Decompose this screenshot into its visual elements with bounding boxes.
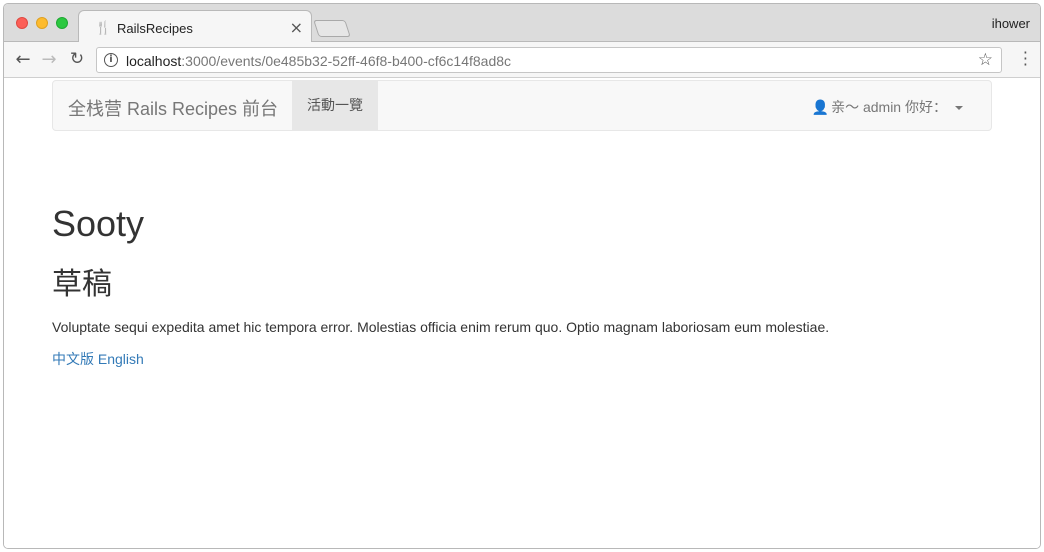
profile-name[interactable]: ihower [992, 16, 1030, 31]
user-dropdown[interactable]: 👤 亲～ admin 你好： [812, 97, 963, 117]
arrow-left-icon[interactable]: ← [12, 49, 34, 70]
minimize-window-button[interactable] [36, 17, 48, 29]
event-status: 草稿 [52, 268, 112, 301]
address-toolbar: ← → ↻ i localhost:3000/events/0e485b32-5… [4, 42, 1040, 78]
nav-item-events[interactable]: 活動一覽 [292, 81, 378, 130]
lang-link-zh[interactable]: 中文版 [52, 351, 94, 367]
new-tab-button[interactable] [313, 20, 351, 37]
address-bar[interactable]: i localhost:3000/events/0e485b32-52ff-46… [96, 47, 1002, 73]
browser-tab[interactable]: 🍴 RailsRecipes × [78, 10, 312, 43]
url-host: localhost [126, 53, 182, 69]
fork-knife-icon: 🍴 [95, 21, 112, 36]
tab-title: RailsRecipes [117, 21, 193, 36]
event-title: Sooty [52, 203, 145, 244]
kebab-menu-icon[interactable]: · · · [1023, 45, 1028, 73]
info-icon[interactable]: i [104, 53, 118, 67]
site-navbar: 全栈营 Rails Recipes 前台 活動一覽 👤 亲～ admin 你好： [52, 80, 992, 131]
browser-window: 🍴 RailsRecipes × ihower ← → ↻ i localhos… [3, 3, 1041, 549]
navbar-brand[interactable]: 全栈营 Rails Recipes 前台 [68, 95, 278, 121]
language-links: 中文版 English [52, 349, 144, 369]
arrow-right-icon[interactable]: → [38, 49, 60, 70]
close-window-button[interactable] [16, 17, 28, 29]
title-bar: 🍴 RailsRecipes × ihower [4, 4, 1040, 43]
url-path: :3000/events/0e485b32-52ff-46f8-b400-cf6… [181, 53, 512, 69]
page-content: 全栈营 Rails Recipes 前台 活動一覽 👤 亲～ admin 你好： … [4, 79, 1040, 548]
lang-link-en[interactable]: English [98, 351, 144, 367]
event-description: Voluptate sequi expedita amet hic tempor… [52, 319, 830, 335]
reload-icon[interactable]: ↻ [66, 49, 88, 69]
user-icon: 👤 [811, 100, 830, 116]
maximize-window-button[interactable] [56, 17, 68, 29]
user-greeting: 亲～ admin 你好： [831, 99, 947, 115]
star-icon[interactable]: ☆ [978, 50, 993, 70]
caret-down-icon [955, 106, 963, 111]
close-icon[interactable]: × [290, 18, 303, 37]
url-text[interactable]: localhost:3000/events/0e485b32-52ff-46f8… [126, 53, 511, 69]
